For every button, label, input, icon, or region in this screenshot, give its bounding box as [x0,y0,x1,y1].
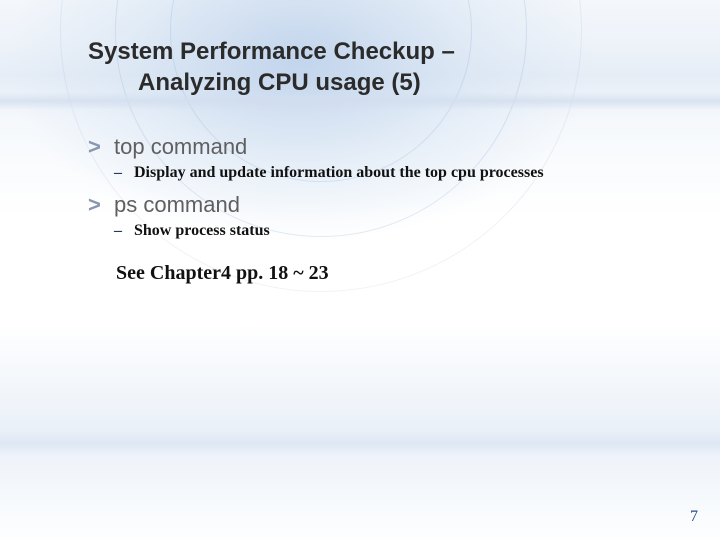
dash-icon: – [114,164,134,182]
bullet-level2: – Display and update information about t… [114,164,668,182]
bullet-sub: Display and update information about the… [134,164,544,182]
bullet-level1: > top command [88,134,668,160]
bullet-heading: ps command [114,192,240,218]
bullet-heading: top command [114,134,247,160]
bullet-level1: > ps command [88,192,668,218]
chevron-right-icon: > [88,192,114,218]
slide-content: > top command – Display and update infor… [88,134,668,285]
title-line-1: System Performance Checkup – [88,36,648,67]
page-number: 7 [690,508,698,526]
bullet-level2: – Show process status [114,222,668,240]
dash-icon: – [114,222,134,240]
title-line-2: Analyzing CPU usage (5) [88,67,648,98]
bullet-sub: Show process status [134,222,270,240]
slide: System Performance Checkup – Analyzing C… [0,0,720,540]
decorative-bar [0,430,720,456]
slide-title: System Performance Checkup – Analyzing C… [88,36,648,98]
chevron-right-icon: > [88,134,114,160]
reference-note: See Chapter4 pp. 18 ~ 23 [116,262,668,285]
